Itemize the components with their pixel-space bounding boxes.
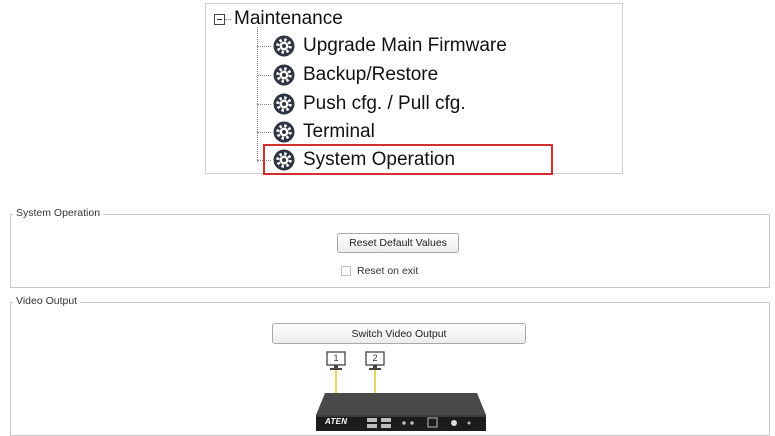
tree-connector — [225, 18, 231, 20]
tree-item-label: Terminal — [303, 121, 375, 142]
monitor-number: 2 — [372, 353, 378, 363]
gear-icon — [273, 121, 295, 143]
tree-item-backup-restore[interactable]: Backup/Restore — [257, 61, 438, 89]
monitor-number: 1 — [333, 353, 339, 363]
video-output-group: Video Output Switch Video Output 1 2 ATE… — [10, 295, 770, 436]
reset-on-exit-row[interactable]: Reset on exit — [341, 265, 418, 277]
tree-root-maintenance[interactable]: Maintenance — [214, 7, 343, 31]
video-output-legend: Video Output — [13, 295, 81, 307]
gear-icon — [273, 64, 295, 86]
tree-root-label: Maintenance — [234, 8, 343, 29]
tree-item-terminal[interactable]: Terminal — [257, 118, 375, 146]
tree-item-upgrade-main-firmware[interactable]: Upgrade Main Firmware — [257, 32, 507, 60]
reset-on-exit-checkbox[interactable] — [341, 266, 351, 276]
gear-icon — [273, 35, 295, 57]
maintenance-tree-panel: Maintenance Upgrade Main Firmware Backup… — [205, 3, 623, 175]
tree-item-label: Backup/Restore — [303, 64, 439, 85]
reset-default-values-button[interactable]: Reset Default Values — [337, 233, 459, 253]
system-operation-group: System Operation Reset Default Values Re… — [10, 207, 770, 288]
switch-video-output-button[interactable]: Switch Video Output — [272, 323, 526, 344]
system-operation-legend: System Operation — [13, 207, 104, 219]
tree-item-push-pull-cfg[interactable]: Push cfg. / Pull cfg. — [257, 90, 466, 118]
tree-item-label: Push cfg. / Pull cfg. — [303, 93, 466, 114]
aten-logo-text: ATEN — [325, 417, 348, 426]
highlight-box — [263, 144, 553, 175]
gear-icon — [273, 93, 295, 115]
reset-on-exit-label: Reset on exit — [357, 265, 419, 277]
collapse-icon[interactable] — [214, 13, 225, 25]
tree-item-label: Upgrade Main Firmware — [303, 35, 507, 56]
